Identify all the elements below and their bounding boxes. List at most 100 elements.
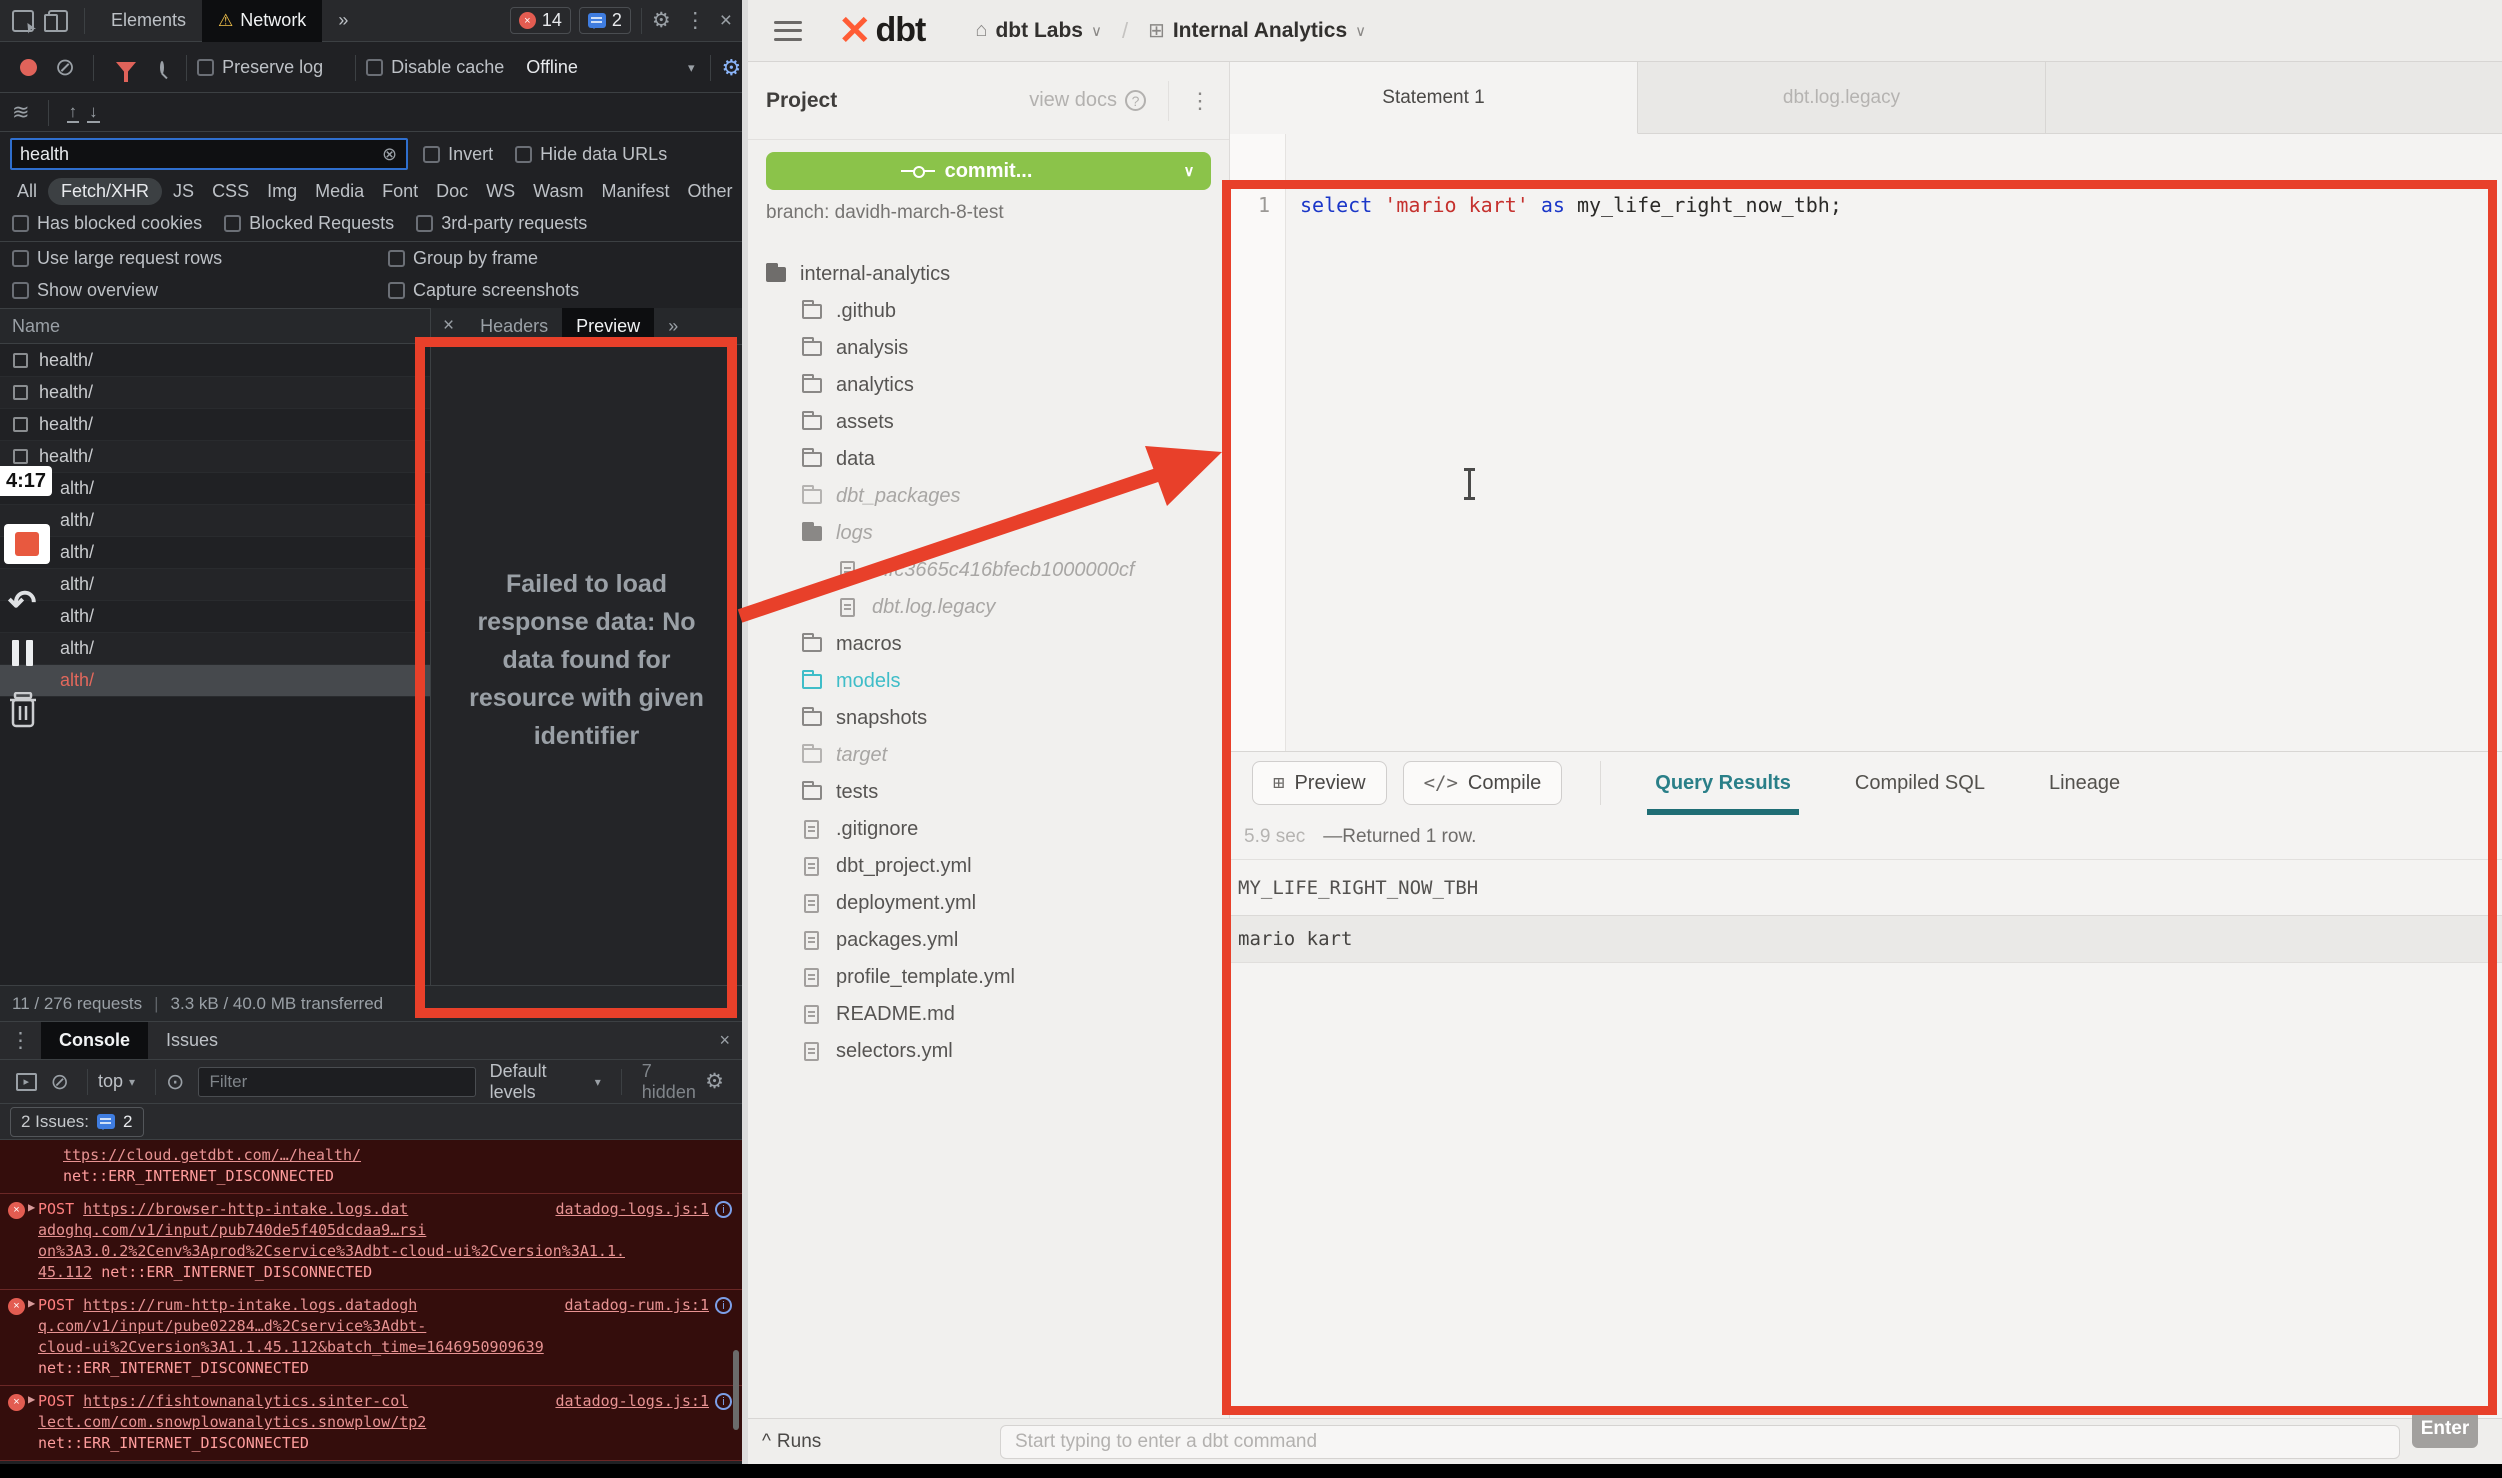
pause-button[interactable] xyxy=(12,640,58,666)
error-source-link[interactable]: datadog-logs.js:1 xyxy=(555,1199,709,1220)
close-devtools-icon[interactable]: × xyxy=(720,9,732,33)
console-error-entry[interactable]: ×▶datadog-logs.js:1iPOST https://browser… xyxy=(0,1194,742,1290)
error-url-link[interactable]: adoghq.com/v1/input/pub740de5f405dcdaa9…… xyxy=(38,1221,426,1239)
commit-dropdown-caret-icon[interactable]: ∨ xyxy=(1167,162,1211,180)
error-url-link[interactable]: lect.com/com.snowplowanalytics.snowplow/… xyxy=(38,1413,426,1431)
record-network-icon[interactable] xyxy=(20,59,37,76)
expand-caret-icon[interactable]: ▶ xyxy=(28,1392,35,1406)
request-row[interactable]: health/ xyxy=(0,345,430,377)
console-settings-gear-icon[interactable]: ⚙ xyxy=(705,1069,724,1094)
error-url-link[interactable]: https://rum-http-intake.logs.datadogh xyxy=(83,1296,417,1314)
export-har-icon[interactable]: ↓ xyxy=(87,103,100,123)
device-toolbar-icon[interactable] xyxy=(48,10,68,32)
type-filter-fetch-xhr[interactable]: Fetch/XHR xyxy=(48,178,162,205)
tree-item-dbt-packages[interactable]: dbt_packages xyxy=(748,478,1230,515)
tree-item-snapshots[interactable]: snapshots xyxy=(748,700,1230,737)
type-filter-media[interactable]: Media xyxy=(308,179,371,204)
tree-item-profile-template-yml[interactable]: profile_template.yml xyxy=(748,959,1230,996)
tree-item-target[interactable]: target xyxy=(748,737,1230,774)
tree-item-analytics[interactable]: analytics xyxy=(748,367,1230,404)
account-switcher[interactable]: ⌂ dbt Labs ∨ xyxy=(975,19,1102,43)
large-request-rows-checkbox[interactable]: Use large request rows xyxy=(12,248,222,269)
clear-filter-icon[interactable]: ⊗ xyxy=(382,144,397,165)
stop-recording-button[interactable] xyxy=(4,524,50,564)
tree-item-assets[interactable]: assets xyxy=(748,404,1230,441)
network-conditions-icon[interactable]: ≋ xyxy=(12,100,30,125)
requests-name-header[interactable]: Name xyxy=(0,308,430,344)
console-error-entry[interactable]: ttps://cloud.getdbt.com/…/health/net::ER… xyxy=(0,1140,742,1194)
issues-chip[interactable]: 2 Issues: 2 xyxy=(10,1107,144,1137)
import-har-icon[interactable]: ↑ xyxy=(67,103,80,123)
tree-item--nfc3665c416bfecb1000000cf[interactable]: .nfc3665c416bfecb1000000cf xyxy=(748,552,1230,589)
undo-icon[interactable]: ↶ xyxy=(8,586,58,620)
tree-item-deployment-yml[interactable]: deployment.yml xyxy=(748,885,1230,922)
drawer-kebab-icon[interactable]: ⋮ xyxy=(10,1028,31,1053)
tree-item--github[interactable]: .github xyxy=(748,293,1230,330)
tree-item-tests[interactable]: tests xyxy=(748,774,1230,811)
network-filter-input[interactable] xyxy=(10,138,408,170)
close-detail-icon[interactable]: × xyxy=(431,315,466,337)
type-filter-font[interactable]: Font xyxy=(375,179,425,204)
console-context-select[interactable]: top xyxy=(98,1071,123,1092)
third-party-requests-checkbox[interactable]: 3rd-party requests xyxy=(416,213,587,234)
kebab-menu-icon[interactable]: ⋮ xyxy=(685,8,706,33)
source-info-icon[interactable]: i xyxy=(715,1393,732,1410)
network-settings-gear-icon[interactable]: ⚙ xyxy=(721,55,741,81)
request-row[interactable]: health/ xyxy=(0,409,430,441)
tree-item-dbt-project-yml[interactable]: dbt_project.yml xyxy=(748,848,1230,885)
project-kebab-icon[interactable]: ⋮ xyxy=(1168,81,1211,121)
tree-item-data[interactable]: data xyxy=(748,441,1230,478)
error-count-badge[interactable]: × 14 xyxy=(510,7,571,34)
type-filter-js[interactable]: JS xyxy=(166,179,201,204)
tab-dbt-log-legacy[interactable]: dbt.log.legacy xyxy=(1638,62,2046,133)
filter-funnel-icon[interactable] xyxy=(116,62,136,74)
trash-icon[interactable] xyxy=(8,692,58,733)
preserve-log-checkbox[interactable]: Preserve log xyxy=(197,57,323,78)
tab-issues[interactable]: Issues xyxy=(148,1022,236,1060)
request-row[interactable]: alth/ xyxy=(0,537,430,569)
more-tabs-button[interactable]: » xyxy=(322,0,364,42)
type-filter-other[interactable]: Other xyxy=(681,179,740,204)
blocked-requests-checkbox[interactable]: Blocked Requests xyxy=(224,213,394,234)
source-info-icon[interactable]: i xyxy=(715,1297,732,1314)
tree-item--gitignore[interactable]: .gitignore xyxy=(748,811,1230,848)
tab-console[interactable]: Console xyxy=(41,1022,148,1060)
error-url-link[interactable]: on%3A3.0.2%2Cenv%3Aprod%2Cservice%3Adbt-… xyxy=(38,1242,625,1260)
request-row[interactable]: health/ xyxy=(0,377,430,409)
type-filter-css[interactable]: CSS xyxy=(205,179,256,204)
request-row[interactable]: alth/ xyxy=(0,569,430,601)
commit-button-main[interactable]: commit... xyxy=(766,160,1167,183)
inspect-element-icon[interactable] xyxy=(12,10,34,32)
tab-elements[interactable]: Elements xyxy=(95,0,202,42)
tree-item-macros[interactable]: macros xyxy=(748,626,1230,663)
search-network-icon[interactable] xyxy=(160,61,164,74)
error-url-link[interactable]: 45.112 xyxy=(38,1263,92,1281)
runs-toggle[interactable]: ^ Runs xyxy=(762,1431,821,1453)
tree-item-internal-analytics[interactable]: internal-analytics xyxy=(748,256,1230,293)
request-row[interactable]: alth/ xyxy=(0,505,430,537)
clear-console-icon[interactable]: ⊘ xyxy=(51,1069,69,1095)
tree-item-packages-yml[interactable]: packages.yml xyxy=(748,922,1230,959)
log-levels-select[interactable]: Default levels xyxy=(490,1061,589,1103)
hide-data-urls-checkbox[interactable]: Hide data URLs xyxy=(515,144,667,165)
dbt-command-input[interactable] xyxy=(1000,1425,2400,1459)
close-drawer-icon[interactable]: × xyxy=(719,1030,730,1051)
error-url-link[interactable]: https://browser-http-intake.logs.dat xyxy=(83,1200,408,1218)
console-error-entry[interactable]: ×▶datadog-rum.js:1iPOST https://rum-http… xyxy=(0,1290,742,1386)
error-url-link[interactable]: ttps://cloud.getdbt.com/…/health/ xyxy=(63,1146,361,1164)
source-info-icon[interactable]: i xyxy=(715,1201,732,1218)
request-row[interactable]: health/ xyxy=(0,441,430,473)
expand-caret-icon[interactable]: ▶ xyxy=(28,1296,35,1310)
type-filter-img[interactable]: Img xyxy=(260,179,304,204)
type-filter-wasm[interactable]: Wasm xyxy=(526,179,590,204)
settings-gear-icon[interactable]: ⚙ xyxy=(652,8,671,33)
view-docs-link[interactable]: view docs ? xyxy=(1029,89,1146,112)
tree-item-readme-md[interactable]: README.md xyxy=(748,996,1230,1033)
clear-network-icon[interactable]: ⊘ xyxy=(55,53,75,82)
commit-button[interactable]: commit... ∨ xyxy=(766,152,1211,190)
group-by-frame-checkbox[interactable]: Group by frame xyxy=(388,248,538,269)
error-source-link[interactable]: datadog-logs.js:1 xyxy=(555,1391,709,1412)
console-sidebar-icon[interactable]: ▸ xyxy=(16,1073,37,1091)
enter-button[interactable]: Enter xyxy=(2412,1410,2478,1448)
error-url-link[interactable]: q.com/v1/input/pube02284…d%2Cservice%3Ad… xyxy=(38,1317,426,1335)
